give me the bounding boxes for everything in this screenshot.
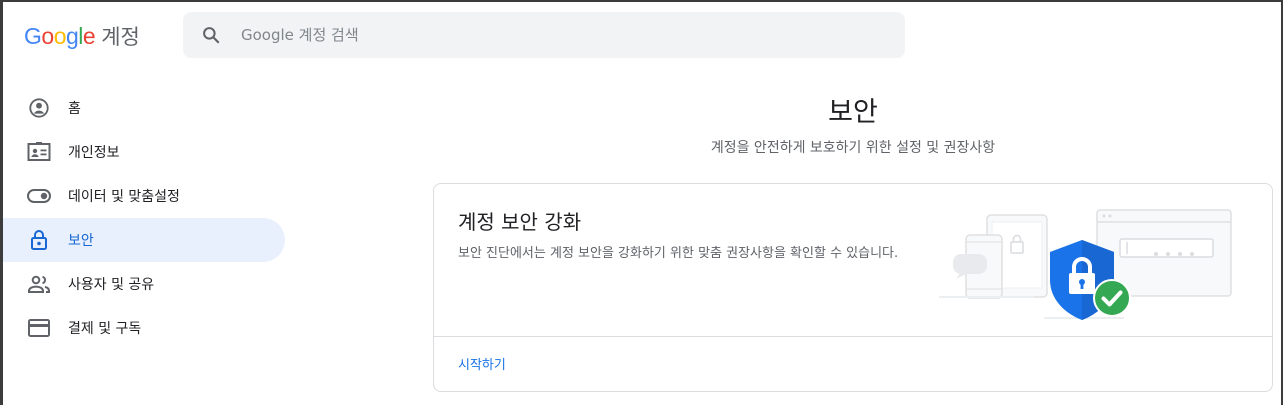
sidebar-nav: 홈 개인정보 데이터 및 맞춤설정 보안 사용자 및 공유 결제 및 구독 [3, 86, 285, 350]
security-shield-illustration [939, 209, 1232, 320]
toggle-icon [27, 184, 51, 208]
id-card-icon [27, 140, 51, 164]
search-icon[interactable] [201, 25, 221, 45]
sidebar-item-people-sharing[interactable]: 사용자 및 공유 [3, 262, 285, 306]
account-circle-icon [27, 96, 51, 120]
credit-card-icon [27, 316, 51, 340]
sidebar-item-label: 홈 [68, 101, 81, 117]
sidebar-item-data-privacy[interactable]: 데이터 및 맞춤설정 [3, 174, 285, 218]
page-title: 보안 [828, 97, 878, 128]
sidebar-item-payments[interactable]: 결제 및 구독 [3, 306, 285, 350]
sidebar-item-label: 개인정보 [68, 145, 120, 161]
card-description: 보안 진단에서는 계정 보안을 강화하기 위한 맞춤 권장사항을 확인할 수 있… [458, 246, 899, 261]
get-started-link[interactable]: 시작하기 [458, 354, 506, 373]
security-checkup-card: 계정 보안 강화 보안 진단에서는 계정 보안을 강화하기 위한 맞춤 권장사항… [433, 183, 1273, 392]
google-wordmark: Google [24, 22, 96, 49]
sidebar-item-label: 결제 및 구독 [68, 321, 142, 337]
sidebar-item-label: 데이터 및 맞춤설정 [68, 189, 180, 205]
sidebar-item-personal-info[interactable]: 개인정보 [3, 130, 285, 174]
sidebar-item-label: 보안 [68, 233, 94, 249]
sidebar-item-home[interactable]: 홈 [3, 86, 285, 130]
sidebar-item-label: 사용자 및 공유 [68, 277, 155, 293]
card-divider [434, 336, 1272, 337]
sidebar-item-security[interactable]: 보안 [3, 218, 285, 262]
card-title: 계정 보안 강화 [458, 210, 582, 234]
google-account-logo[interactable]: Google 계정 [24, 22, 140, 50]
page-subtitle: 계정을 안전하게 보호하기 위한 설정 및 권장사항 [710, 140, 996, 156]
logo-suffix: 계정 [101, 25, 140, 49]
search-bar[interactable] [183, 12, 905, 58]
people-icon [27, 272, 51, 296]
search-input[interactable] [241, 22, 881, 48]
lock-icon [27, 228, 51, 252]
